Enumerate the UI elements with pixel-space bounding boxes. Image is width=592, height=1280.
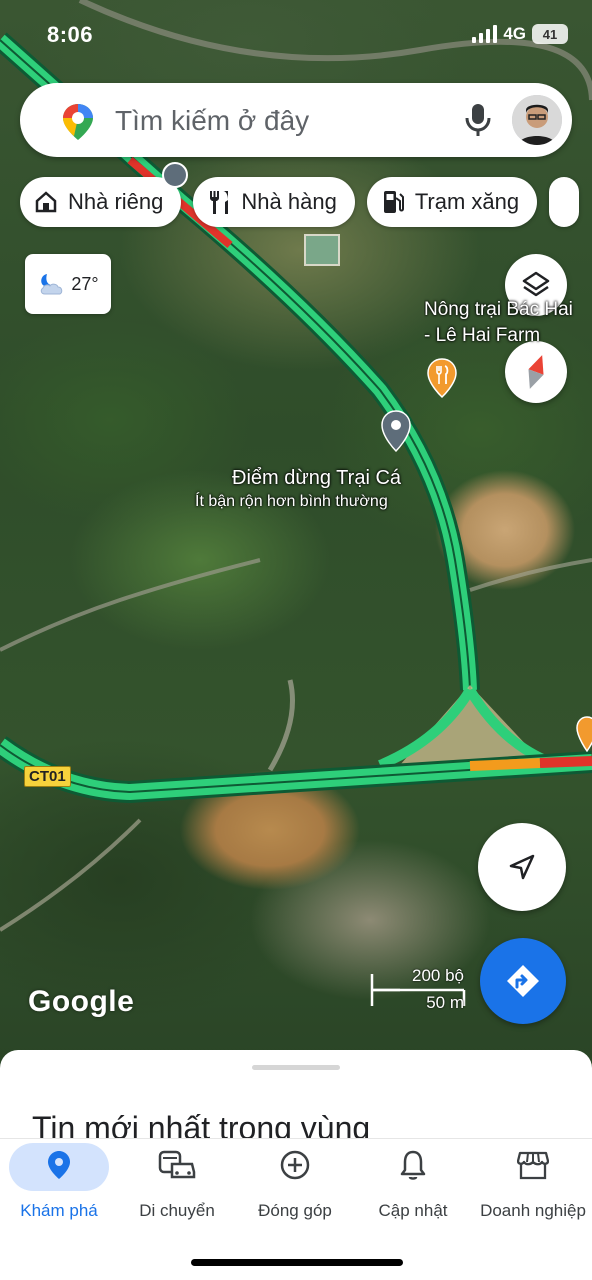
chip-gas-stations[interactable]: Trạm xăng xyxy=(366,177,538,227)
search-bar[interactable]: Tìm kiếm ở đây xyxy=(20,83,572,157)
directions-button[interactable] xyxy=(480,938,566,1024)
nav-commute[interactable]: Di chuyển xyxy=(118,1139,236,1229)
map-view[interactable]: 8:06 4G 41 Tìm kiếm ở đây Nhà riêng Nhà … xyxy=(0,0,592,1080)
map-scale: 200 bộ 50 m xyxy=(370,966,470,1016)
layers-icon xyxy=(522,271,550,297)
storefront-icon xyxy=(517,1151,549,1180)
chip-restaurants[interactable]: Nhà hàng xyxy=(193,177,355,227)
place-pin-icon[interactable] xyxy=(380,410,412,452)
nav-contribute[interactable]: Đóng góp xyxy=(236,1139,354,1229)
poi-stop-status: Ít bận rộn hơn bình thường xyxy=(195,493,388,510)
scale-metric: 50 m xyxy=(426,993,464,1012)
battery-level: 41 xyxy=(542,26,558,42)
category-chips: Nhà riêng Nhà hàng Trạm xăng xyxy=(20,177,580,227)
status-time: 8:06 xyxy=(47,22,94,47)
food-pin-icon[interactable] xyxy=(576,716,592,752)
weather-widget[interactable]: 27° xyxy=(25,254,111,314)
explore-pin-icon xyxy=(48,1151,70,1179)
partly-cloudy-night-icon xyxy=(41,274,63,295)
add-circle-icon xyxy=(280,1150,310,1180)
google-maps-pin-icon xyxy=(63,104,93,140)
nav-explore-label: Khám phá xyxy=(20,1201,98,1220)
cellular-signal-icon xyxy=(472,25,498,43)
road-network xyxy=(0,0,592,932)
compass-icon xyxy=(528,355,544,389)
nav-updates-label: Cập nhật xyxy=(378,1201,448,1220)
my-location-button[interactable] xyxy=(478,823,566,911)
search-input[interactable]: Tìm kiếm ở đây xyxy=(115,105,309,137)
chip-gas-stations-label: Trạm xăng xyxy=(414,189,520,214)
battery-icon: 41 xyxy=(532,24,568,44)
chip-restaurants-label: Nhà hàng xyxy=(241,189,337,214)
weather-temperature: 27° xyxy=(71,273,99,294)
network-type: 4G xyxy=(503,24,526,43)
place-marker-icon[interactable] xyxy=(160,160,190,190)
chip-home[interactable]: Nhà riêng xyxy=(20,177,182,227)
sheet-drag-handle[interactable] xyxy=(252,1065,340,1070)
commute-icon xyxy=(158,1150,196,1179)
status-bar: 8:06 4G 41 xyxy=(0,0,592,70)
nav-updates[interactable]: Cập nhật xyxy=(354,1139,472,1229)
nav-explore[interactable]: Khám phá xyxy=(0,1139,118,1229)
bell-icon xyxy=(400,1150,426,1180)
chip-more[interactable] xyxy=(549,177,580,227)
navigation-arrow-icon xyxy=(509,854,535,880)
poi-stop-name[interactable]: Điểm dừng Trại Cá xyxy=(232,467,401,490)
nav-business-label: Doanh nghiệp xyxy=(480,1201,586,1220)
nav-contribute-label: Đóng góp xyxy=(258,1201,332,1220)
scale-imperial: 200 bộ xyxy=(412,966,464,985)
poi-farm-label[interactable]: Nông trại Bác Hai - Lê Hai Farm xyxy=(424,297,592,349)
restaurant-pin-icon[interactable] xyxy=(426,358,458,398)
home-indicator[interactable] xyxy=(191,1259,403,1266)
route-shield: CT01 xyxy=(24,766,71,787)
chip-home-label: Nhà riêng xyxy=(68,189,164,214)
directions-icon xyxy=(507,965,539,997)
google-logo: Google xyxy=(28,985,135,1018)
nav-business[interactable]: Doanh nghiệp xyxy=(474,1139,592,1229)
nav-commute-label: Di chuyển xyxy=(139,1201,215,1220)
mic-icon[interactable] xyxy=(464,103,492,137)
avatar[interactable] xyxy=(512,95,562,145)
gas-station-icon xyxy=(383,191,404,213)
restaurant-icon xyxy=(210,191,229,214)
home-icon xyxy=(35,191,57,213)
compass-button[interactable] xyxy=(505,341,567,403)
